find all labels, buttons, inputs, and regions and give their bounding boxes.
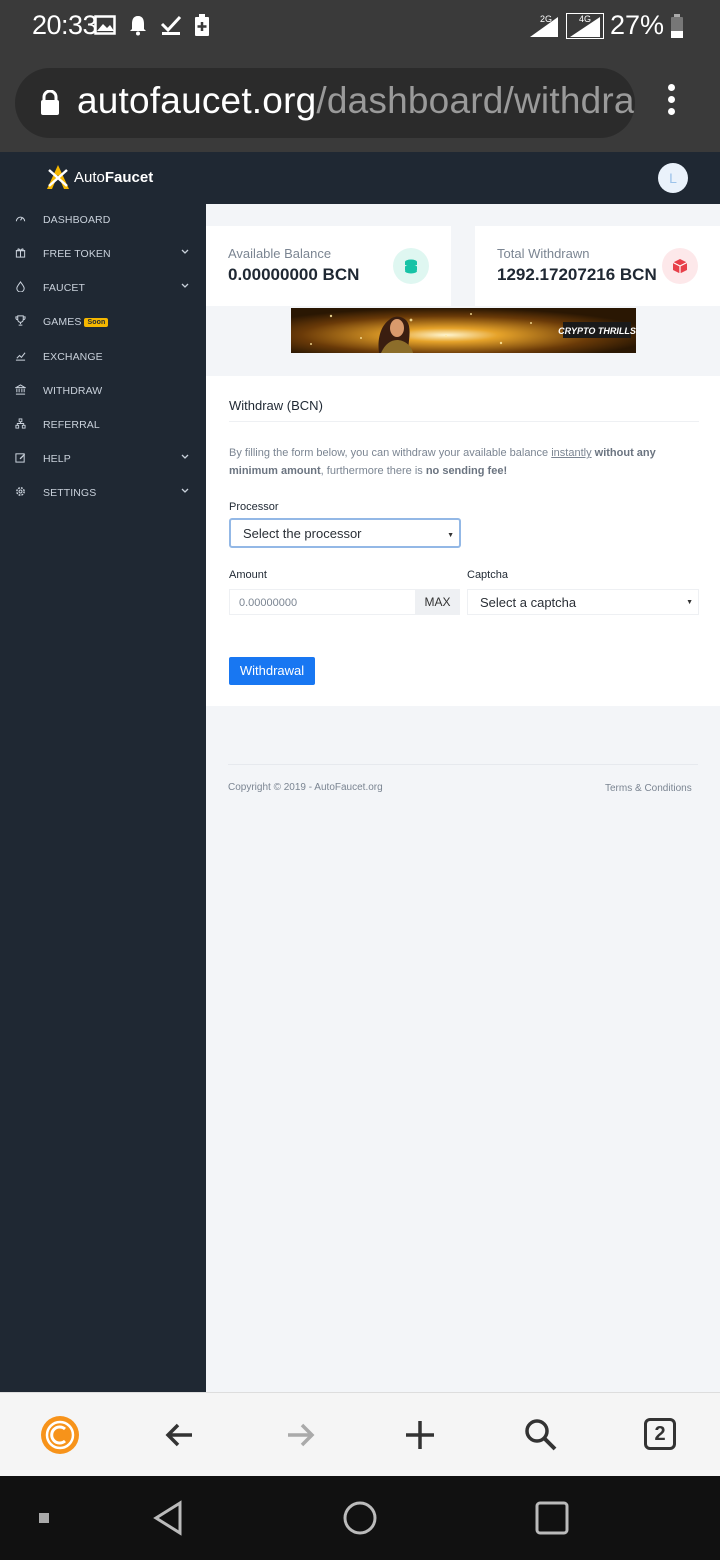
- tabs-count-button[interactable]: 2: [644, 1418, 676, 1450]
- autofaucet-logo-icon: [47, 165, 69, 189]
- signal-4g-icon: 4G: [565, 12, 604, 39]
- battery-plus-icon: [195, 14, 209, 36]
- network-icon: [15, 418, 26, 429]
- available-balance-card: Available Balance 0.00000000 BCN: [206, 226, 451, 306]
- battery-percent: 27%: [609, 10, 664, 40]
- nav-back-icon[interactable]: [150, 1498, 190, 1538]
- status-time: 20:33: [32, 10, 98, 40]
- gear-icon: [16, 487, 25, 496]
- browser-bottom-bar: 2: [0, 1392, 720, 1476]
- download-done-icon: [160, 15, 182, 35]
- max-button[interactable]: MAX: [415, 589, 460, 615]
- url-bar[interactable]: autofaucet.org/dashboard/withdraw/B: [15, 68, 635, 138]
- instantly-link: instantly: [551, 447, 592, 459]
- url-path: /dashboard/withdraw/B: [316, 80, 635, 121]
- nav-home-icon[interactable]: [340, 1498, 380, 1538]
- sidebar-item-withdraw[interactable]: WITHDRAW: [0, 375, 206, 405]
- android-nav-bar: [0, 1476, 720, 1560]
- battery-icon: [671, 13, 683, 38]
- box-icon: [662, 248, 698, 284]
- soon-badge: Soon: [84, 318, 109, 327]
- nav-recents-icon[interactable]: [532, 1498, 572, 1538]
- brand-text-bold: Faucet: [104, 168, 154, 186]
- stop-square-icon[interactable]: [38, 1512, 50, 1524]
- signal-2g-icon: 2G: [529, 14, 558, 37]
- sidebar-item-free-token[interactable]: FREE TOKEN: [0, 238, 206, 268]
- bell-icon: [130, 16, 146, 36]
- ad-banner-text: CRYPTO THRILLS: [558, 326, 636, 336]
- amount-input[interactable]: 0.00000000: [229, 589, 416, 615]
- footer-divider: [228, 764, 698, 765]
- captcha-label: Captcha: [467, 569, 508, 581]
- sidebar-item-settings[interactable]: SETTINGS: [0, 477, 206, 507]
- available-balance-label: Available Balance: [228, 246, 332, 261]
- gift-icon: [15, 248, 26, 258]
- dropdown-arrow-icon: ▼: [686, 599, 693, 606]
- lock-icon: [41, 90, 59, 115]
- image-icon: [94, 15, 116, 35]
- status-bar: 20:33 2G 4G 27%: [0, 0, 720, 54]
- sidebar-item-games[interactable]: GAMES Soon: [0, 306, 206, 336]
- processor-select[interactable]: Select the processor ▼: [229, 518, 461, 548]
- drop-icon: [16, 281, 25, 292]
- chevron-down-icon: [181, 283, 189, 288]
- dropdown-arrow-icon: ▼: [447, 532, 454, 539]
- chevron-down-icon: [181, 454, 189, 459]
- ad-banner[interactable]: CRYPTO THRILLS: [291, 308, 636, 353]
- bank-icon: [15, 384, 26, 395]
- total-withdrawn-value: 1292.17207216 BCN: [497, 265, 657, 284]
- withdraw-title: Withdraw (BCN): [229, 398, 323, 413]
- brand-text-light: Auto: [74, 168, 105, 186]
- sidebar-item-help[interactable]: HELP: [0, 443, 206, 473]
- chevron-down-icon: [181, 249, 189, 254]
- back-arrow-icon[interactable]: [160, 1415, 200, 1455]
- total-withdrawn-label: Total Withdrawn: [497, 246, 590, 261]
- trophy-icon: [15, 315, 26, 326]
- sidebar-item-dashboard[interactable]: DASHBOARD: [0, 204, 206, 234]
- new-tab-plus-icon[interactable]: [400, 1415, 440, 1455]
- total-withdrawn-card: Total Withdrawn 1292.17207216 BCN: [475, 226, 720, 306]
- withdraw-description: By filling the form below, you can withd…: [229, 447, 656, 477]
- edit-icon: [15, 453, 26, 463]
- withdrawal-button[interactable]: Withdrawal: [229, 657, 315, 685]
- sidebar-item-exchange[interactable]: EXCHANGE: [0, 341, 206, 371]
- search-icon[interactable]: [521, 1415, 561, 1455]
- amount-label: Amount: [229, 569, 267, 581]
- coin-browser-icon[interactable]: [40, 1415, 80, 1455]
- copyright-text: Copyright © 2019 - AutoFaucet.org: [228, 782, 383, 793]
- browser-toolbar: autofaucet.org/dashboard/withdraw/B: [0, 54, 720, 152]
- app-header: AutoFaucet L: [0, 152, 720, 204]
- chevron-down-icon: [181, 488, 189, 493]
- chart-icon: [15, 352, 26, 361]
- sidebar-item-referral[interactable]: REFERRAL: [0, 409, 206, 439]
- dashboard-icon: [15, 216, 26, 222]
- captcha-select[interactable]: Select a captcha ▼: [467, 589, 699, 615]
- terms-link[interactable]: Terms & Conditions: [605, 783, 692, 794]
- coins-icon: [393, 248, 429, 284]
- avatar[interactable]: L: [658, 163, 688, 193]
- brand-logo[interactable]: AutoFaucet: [46, 164, 153, 190]
- sidebar: DASHBOARD FREE TOKEN FAUCET GAMES Soon EX…: [0, 204, 206, 1392]
- processor-label: Processor: [229, 501, 279, 513]
- browser-menu-icon[interactable]: [664, 84, 678, 124]
- url-domain: autofaucet.org: [77, 80, 317, 121]
- svg-text:4G: 4G: [579, 14, 591, 24]
- divider: [229, 421, 699, 422]
- available-balance-value: 0.00000000 BCN: [228, 265, 360, 284]
- sidebar-item-faucet[interactable]: FAUCET: [0, 272, 206, 302]
- withdraw-panel: Withdraw (BCN) By filling the form below…: [206, 376, 720, 706]
- svg-text:2G: 2G: [540, 14, 552, 24]
- forward-arrow-icon[interactable]: [280, 1415, 320, 1455]
